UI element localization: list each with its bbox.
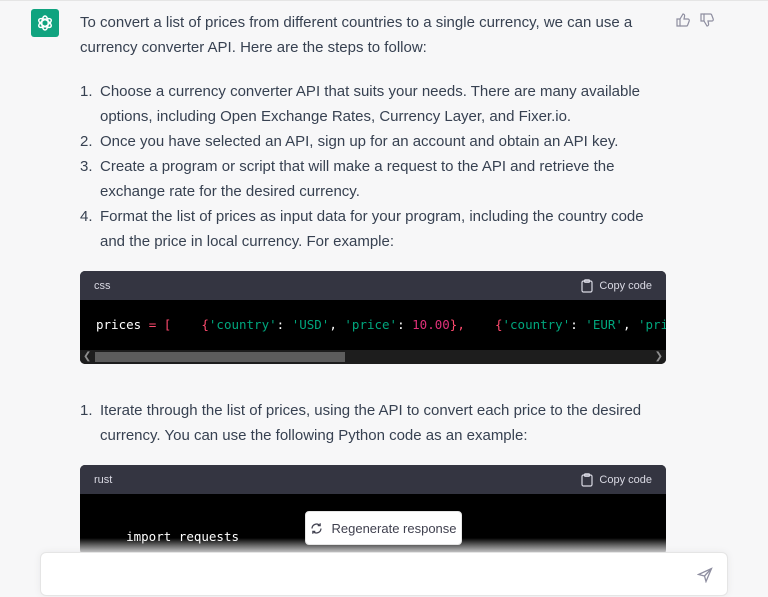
scrollbar-thumb[interactable]	[95, 352, 345, 362]
code-token: {	[171, 317, 209, 332]
steps-list-second: 1. Iterate through the list of prices, us…	[80, 398, 670, 448]
code-token: 10.00	[412, 317, 450, 332]
top-divider	[0, 0, 768, 1]
assistant-message: To convert a list of prices from differe…	[80, 10, 670, 444]
copy-code-button[interactable]: Copy code	[581, 472, 652, 487]
code-content: prices = [ {'country': 'USD', 'price': 1…	[80, 300, 666, 350]
list-item: 4. Format the list of prices as input dat…	[80, 208, 644, 250]
code-token: 'USD'	[291, 317, 330, 332]
code-token: 'country'	[208, 317, 277, 332]
send-button[interactable]	[696, 567, 713, 584]
feedback-buttons	[675, 12, 715, 28]
code-token: 'EUR'	[585, 317, 623, 332]
list-item: 3. Create a program or script that will m…	[80, 158, 615, 200]
send-icon	[696, 567, 713, 584]
message-intro: To convert a list of prices from differe…	[80, 14, 633, 56]
refresh-icon	[311, 522, 323, 534]
list-item: 1. Choose a currency converter API that s…	[80, 83, 641, 125]
code-token: 'price'	[638, 317, 666, 332]
copy-code-label: Copy code	[599, 279, 652, 292]
code-language: rust	[94, 473, 113, 486]
thumbs-up-icon[interactable]	[675, 12, 691, 28]
code-token: = [	[148, 317, 172, 332]
code-token: ,	[622, 317, 638, 332]
assistant-avatar	[31, 9, 59, 37]
horizontal-scrollbar[interactable]: ❮ ❯	[80, 350, 666, 364]
regenerate-label: Regenerate response	[331, 520, 457, 536]
list-item: 1. Iterate through the list of prices, us…	[80, 402, 642, 444]
clipboard-icon	[581, 472, 594, 487]
copy-code-label: Copy code	[599, 473, 652, 486]
code-token: 'country'	[502, 317, 571, 332]
scroll-right-icon[interactable]: ❯	[655, 351, 663, 362]
code-token: :	[570, 317, 586, 332]
code-token: },	[449, 317, 465, 332]
copy-code-button[interactable]: Copy code	[581, 278, 652, 293]
list-item: 2. Once you have selected an API, sign up…	[80, 133, 619, 150]
code-header: css Copy code	[80, 271, 666, 300]
code-header: rust Copy code	[80, 465, 666, 494]
code-language: css	[94, 279, 111, 292]
code-token: {	[464, 317, 503, 332]
steps-list: 1. Choose a currency converter API that s…	[80, 79, 670, 254]
code-token: :	[397, 317, 413, 332]
openai-logo-icon	[38, 15, 52, 31]
code-token: ,	[329, 317, 345, 332]
code-block-css: css Copy code prices = [ {'country': 'US…	[80, 271, 666, 364]
code-token: 'price'	[344, 317, 398, 332]
message-input[interactable]	[40, 552, 728, 596]
regenerate-response-button[interactable]: Regenerate response	[305, 511, 462, 545]
code-token: :	[276, 317, 292, 332]
thumbs-down-icon[interactable]	[699, 12, 715, 28]
code-token: prices	[96, 317, 149, 332]
scroll-left-icon[interactable]: ❮	[83, 351, 91, 362]
clipboard-icon	[581, 278, 594, 293]
